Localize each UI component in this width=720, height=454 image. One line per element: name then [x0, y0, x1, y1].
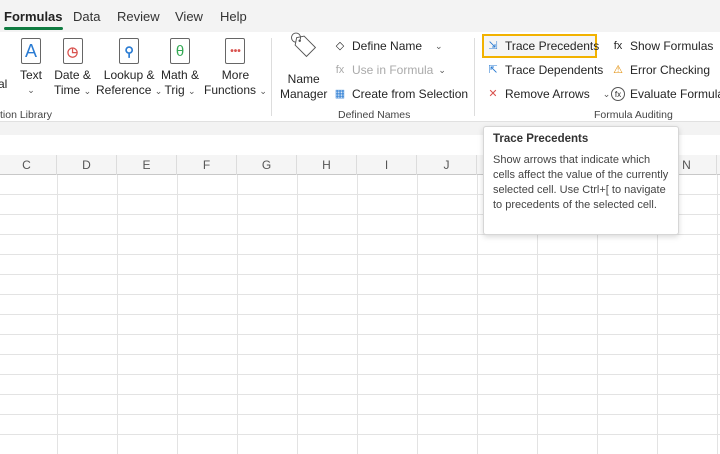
button-label: Math &	[161, 68, 200, 82]
tag-icon: 🏷	[288, 32, 319, 59]
column-header-e[interactable]: E	[117, 155, 177, 175]
ribbon: al A Text ⌄ ◷ Date & Time ⌄ ⚲ Lookup & R…	[0, 32, 720, 122]
evaluate-icon: fx	[611, 87, 625, 101]
tab-help[interactable]: Help	[220, 9, 247, 24]
chevron-down-icon: ⌄	[438, 64, 446, 75]
trace-dependents-button[interactable]: ⇱ Trace Dependents	[486, 63, 603, 77]
chevron-down-icon: ⌄	[602, 88, 611, 99]
tab-data[interactable]: Data	[73, 9, 100, 24]
column-header-i[interactable]: I	[357, 155, 417, 175]
tab-formulas[interactable]: Formulas	[4, 9, 63, 30]
tab-review[interactable]: Review	[117, 9, 160, 24]
date-time-button[interactable]: ◷ Date & Time ⌄	[54, 38, 91, 99]
group-label: Defined Names	[338, 109, 411, 121]
button-label: Date &	[54, 68, 91, 82]
button-label: Trace Dependents	[505, 63, 604, 77]
tooltip-title: Trace Precedents	[493, 133, 589, 145]
chevron-down-icon: ⌄	[83, 86, 92, 96]
button-label: Define Name	[352, 39, 423, 53]
button-label: Functions	[204, 83, 257, 97]
error-checking-button[interactable]: ⚠Error Checking⌄	[611, 63, 720, 77]
group-label: tion Library	[0, 109, 52, 121]
button-label: More	[221, 68, 250, 82]
column-header-j[interactable]: J	[417, 155, 477, 175]
column-header-g[interactable]: G	[237, 155, 297, 175]
show-formulas-button[interactable]: fx Show Formulas	[611, 39, 714, 53]
magnifier-icon: ⚲	[119, 38, 140, 64]
table-icon: ▦	[334, 88, 346, 100]
remove-arrows-button[interactable]: ✕ Remove Arrows ⌄	[486, 87, 610, 101]
button-label: Trace Precedents	[505, 39, 600, 53]
tooltip: Trace Precedents Show arrows that indica…	[483, 126, 679, 235]
group-label: Formula Auditing	[594, 109, 673, 121]
tooltip-body: Show arrows that indicate which cells af…	[493, 154, 669, 211]
clock-icon: ◷	[62, 38, 83, 64]
column-header-c[interactable]: C	[0, 155, 57, 175]
button-label: Lookup &	[103, 68, 155, 82]
ribbon-tabs: Formulas Data Review View Help	[0, 0, 720, 32]
use-in-formula-button[interactable]: fx Use in Formula ⌄	[333, 63, 446, 77]
button-label: Remove Arrows	[505, 87, 590, 101]
column-header-f[interactable]: F	[177, 155, 237, 175]
remove-arrows-icon: ✕	[488, 88, 498, 100]
logical-button-partial[interactable]: al	[0, 77, 7, 92]
more-icon: •••	[225, 38, 246, 64]
button-label: Time	[54, 83, 81, 97]
button-label: Name	[287, 72, 320, 86]
text-functions-button[interactable]: A Text ⌄	[20, 38, 42, 98]
chevron-down-icon: ⌄	[259, 86, 267, 96]
theta-icon: θ	[170, 38, 190, 64]
create-from-selection-button[interactable]: ▦ Create from Selection	[333, 87, 468, 101]
button-label: Use in Formula	[352, 63, 434, 77]
button-label: Trig	[164, 83, 185, 97]
lookup-reference-button[interactable]: ⚲ Lookup & Reference ⌄	[96, 38, 162, 99]
trace-precedents-button[interactable]: ⇲ Trace Precedents	[486, 39, 599, 53]
chevron-down-icon: ⌄	[435, 40, 443, 51]
evaluate-formula-button[interactable]: fx Evaluate Formula	[611, 87, 720, 101]
column-header-d[interactable]: D	[57, 155, 117, 175]
button-label: Show Formulas	[630, 39, 714, 53]
button-label: Text	[20, 68, 43, 82]
button-label: Reference	[96, 83, 152, 97]
fx-icon: fx	[335, 64, 345, 76]
trace-precedents-icon: ⇲	[488, 40, 498, 52]
show-formulas-icon: fx	[613, 40, 623, 52]
chevron-down-icon: ⌄	[27, 85, 35, 95]
warning-icon: ⚠	[613, 64, 623, 76]
define-name-button[interactable]: ◇ Define Name ⌄	[333, 39, 443, 53]
column-header-h[interactable]: H	[297, 155, 357, 175]
button-label: Create from Selection	[352, 87, 469, 101]
divider	[271, 38, 272, 116]
math-trig-button[interactable]: θ Math & Trig ⌄	[161, 38, 199, 99]
text-icon: A	[21, 38, 41, 64]
button-label: Manager	[280, 87, 328, 101]
chevron-down-icon: ⌄	[188, 86, 196, 96]
button-label: Evaluate Formula	[630, 87, 720, 101]
name-manager-button[interactable]: 🏷 Name Manager	[280, 32, 328, 102]
trace-dependents-icon: ⇱	[488, 64, 498, 76]
tag-icon: ◇	[335, 40, 345, 52]
button-label: Error Checking	[630, 63, 711, 77]
more-functions-button[interactable]: ••• More Functions ⌄	[204, 38, 267, 99]
tab-view[interactable]: View	[175, 9, 203, 24]
divider	[474, 38, 475, 116]
